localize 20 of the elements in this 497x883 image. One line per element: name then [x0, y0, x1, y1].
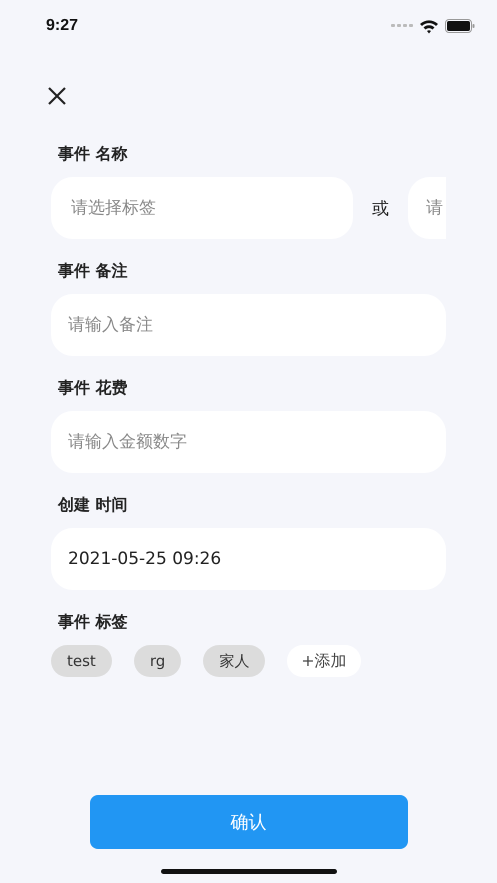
- or-text: 或: [372, 198, 389, 220]
- status-time: 9:27: [46, 17, 78, 35]
- close-button[interactable]: [46, 85, 68, 107]
- field-label: 事件 名称: [58, 143, 129, 165]
- tag-chip[interactable]: rg: [134, 645, 182, 677]
- name-input-field[interactable]: 请: [408, 177, 446, 239]
- field-label: 创建 时间: [58, 494, 129, 516]
- tag-chip[interactable]: 家人: [203, 645, 266, 677]
- field-label: 事件 标签: [58, 611, 129, 633]
- field-label: 事件 备注: [58, 260, 129, 282]
- battery-icon: [445, 19, 475, 33]
- tag-chip[interactable]: test: [51, 645, 112, 677]
- field-label: 事件 花费: [58, 377, 129, 399]
- tag-select-field[interactable]: 请选择标签: [51, 177, 353, 239]
- input-field[interactable]: 请输入金额数字: [51, 411, 446, 473]
- add-tag-button[interactable]: +添加: [287, 645, 361, 677]
- wifi-icon: [419, 18, 439, 34]
- input-field[interactable]: 2021-05-25 09:26: [51, 528, 446, 590]
- signal-icon: [391, 24, 413, 28]
- input-field[interactable]: 请输入备注: [51, 294, 446, 356]
